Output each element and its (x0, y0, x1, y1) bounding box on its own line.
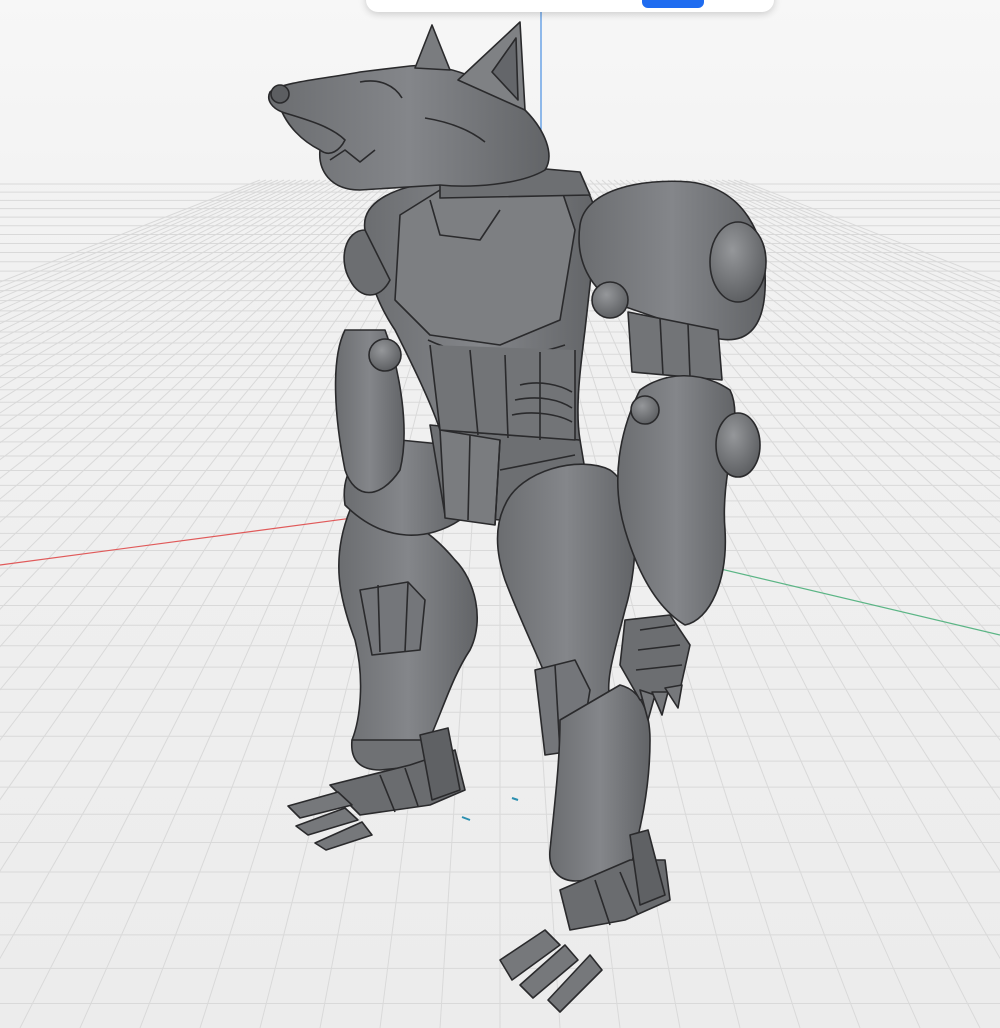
primary-action-button[interactable] (642, 0, 704, 8)
3d-viewport[interactable] (0, 0, 1000, 1028)
scene-canvas[interactable] (0, 0, 1000, 1028)
top-toolbar-panel[interactable] (366, 0, 774, 12)
